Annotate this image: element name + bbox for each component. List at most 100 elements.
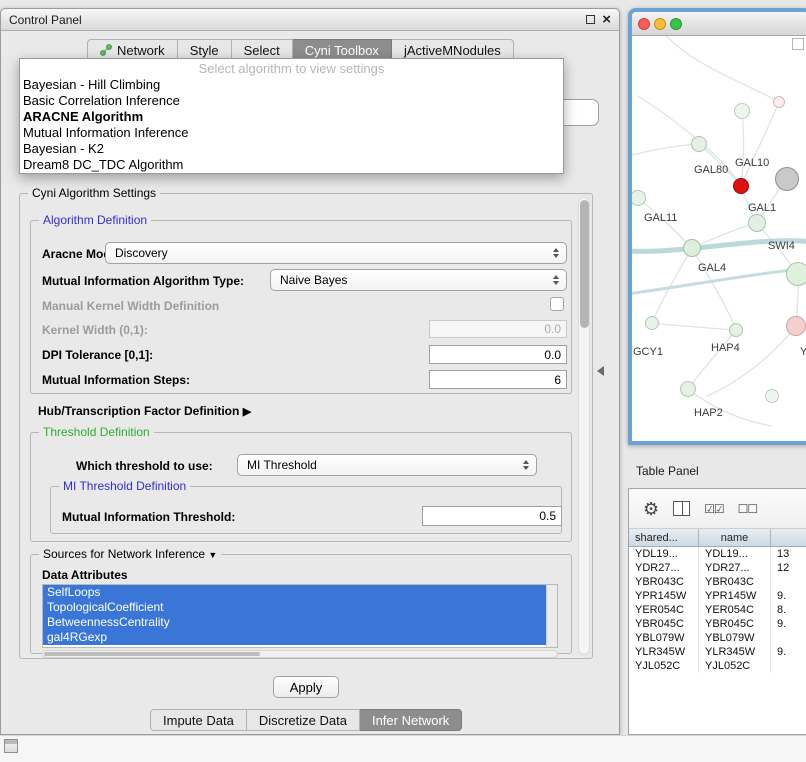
table-panel-title: Table Panel <box>636 464 699 478</box>
sources-section-header[interactable]: Sources for Network Inference ▼ <box>39 547 221 561</box>
network-node[interactable] <box>786 316 806 336</box>
list-hscrollbar[interactable] <box>42 650 558 658</box>
close-icon[interactable]: × <box>602 12 611 27</box>
bottom-tab-bar: Impute Data Discretize Data Infer Networ… <box>150 709 462 731</box>
table-row[interactable]: YBR043CYBR043C <box>629 575 806 589</box>
gear-icon[interactable]: ⚙ <box>643 500 659 518</box>
network-node[interactable] <box>683 239 701 257</box>
threshold-definition-title: Threshold Definition <box>39 425 154 439</box>
mi-type-label: Mutual Information Algorithm Type: <box>42 274 244 288</box>
column-header-extra[interactable] <box>771 529 806 546</box>
network-node[interactable] <box>691 136 707 152</box>
tab-impute-data[interactable]: Impute Data <box>150 709 247 731</box>
settings-scrollbar[interactable] <box>578 197 590 655</box>
algorithm-option[interactable]: Dream8 DC_TDC Algorithm <box>20 157 563 173</box>
panel-corner-icon[interactable] <box>4 739 18 753</box>
data-attribute-item[interactable]: BetweennessCentrality <box>43 615 546 630</box>
network-node[interactable] <box>765 389 779 403</box>
network-node[interactable] <box>786 262 806 286</box>
table-cell <box>771 659 806 673</box>
settings-scrollbar-thumb[interactable] <box>580 200 589 328</box>
birdseye-toggle[interactable] <box>792 38 804 50</box>
network-node[interactable] <box>680 381 696 397</box>
table-row[interactable]: YDL19...YDL19...13 <box>629 547 806 561</box>
network-node[interactable] <box>734 103 750 119</box>
minimize-traffic-light-icon[interactable] <box>654 18 666 30</box>
network-node[interactable] <box>773 96 785 108</box>
table-cell: 13 <box>771 547 806 561</box>
network-edge <box>707 326 796 396</box>
table-cell: YBR043C <box>629 575 699 589</box>
algorithm-option[interactable]: ARACNE Algorithm <box>20 109 563 125</box>
network-edge <box>652 323 736 330</box>
manual-kernel-label: Manual Kernel Width Definition <box>42 299 219 313</box>
table-cell: YBL079W <box>629 631 699 645</box>
table-cell: 12 <box>771 561 806 575</box>
zoom-traffic-light-icon[interactable] <box>670 18 682 30</box>
table-row[interactable]: YJL052CYJL052C <box>629 659 806 673</box>
list-hscrollbar-thumb[interactable] <box>44 652 260 656</box>
mi-type-select[interactable]: Naive Bayes <box>270 269 567 291</box>
tab-discretize-data[interactable]: Discretize Data <box>247 709 360 731</box>
table-row[interactable]: YLR345WYLR345W9. <box>629 645 806 659</box>
bottom-strip <box>0 735 806 762</box>
select-columns-icon[interactable]: ☑☑ <box>704 502 724 516</box>
algorithm-option[interactable]: Mutual Information Inference <box>20 125 563 141</box>
network-node[interactable] <box>729 323 743 337</box>
column-header-shared[interactable]: shared... <box>629 529 699 546</box>
network-view-window: GAL80GAL10GAL11GAL1SWI4GAL4GCY1HAP4YHAP2 <box>628 8 806 445</box>
control-panel-titlebar[interactable]: Control Panel × <box>1 9 619 31</box>
mi-threshold-group-title: MI Threshold Definition <box>59 479 190 493</box>
algorithm-definition-title: Algorithm Definition <box>39 213 151 227</box>
table-cell: YBR043C <box>699 575 771 589</box>
network-node-label: SWI4 <box>768 240 795 252</box>
mi-threshold-input[interactable] <box>422 506 562 526</box>
close-traffic-light-icon[interactable] <box>638 18 650 30</box>
tab-cyni-toolbox-label: Cyni Toolbox <box>305 43 379 58</box>
network-node[interactable] <box>645 316 659 330</box>
data-attribute-item[interactable]: gal4RGexp <box>43 630 546 645</box>
tab-impute-data-label: Impute Data <box>163 713 234 728</box>
which-threshold-select[interactable]: MI Threshold <box>237 454 537 476</box>
network-edge <box>692 248 736 330</box>
table-row[interactable]: YER054CYER054C8. <box>629 603 806 617</box>
data-attributes-list[interactable]: SelfLoopsTopologicalCoefficientBetweenne… <box>42 584 558 648</box>
panel-collapse-arrow[interactable] <box>597 366 604 376</box>
table-cell: YBR045C <box>629 617 699 631</box>
data-attribute-item[interactable]: SelfLoops <box>43 585 546 600</box>
table-row[interactable]: YPR145WYPR145W9. <box>629 589 806 603</box>
table-row[interactable]: YBL079WYBL079W <box>629 631 806 645</box>
algorithm-option[interactable]: Bayesian - K2 <box>20 141 563 157</box>
tab-jactivemnodules-label: jActiveMNodules <box>404 43 501 58</box>
network-canvas[interactable]: GAL80GAL10GAL11GAL1SWI4GAL4GCY1HAP4YHAP2 <box>632 36 806 441</box>
columns-icon[interactable] <box>673 501 690 516</box>
table-panel-window: ⚙ ☑☑ ☐☐ shared... name YDL19...YDL19...1… <box>628 488 806 735</box>
dpi-tolerance-input[interactable] <box>429 345 567 364</box>
network-node[interactable] <box>733 178 749 194</box>
kernel-width-input[interactable] <box>429 320 567 338</box>
apply-button[interactable]: Apply <box>273 676 339 698</box>
network-node[interactable] <box>748 214 766 232</box>
aracne-mode-select[interactable]: Discovery <box>105 242 567 264</box>
algorithm-option[interactable]: Basic Correlation Inference <box>20 93 563 109</box>
network-window-titlebar[interactable] <box>632 12 806 36</box>
tab-infer-network[interactable]: Infer Network <box>360 709 462 731</box>
float-window-icon[interactable] <box>586 15 595 24</box>
mi-steps-input[interactable] <box>429 370 567 389</box>
combo-arrows-icon <box>523 460 529 470</box>
list-scrollbar[interactable] <box>546 585 557 647</box>
combo-arrows-icon <box>553 248 559 258</box>
data-attribute-item[interactable]: TopologicalCoefficient <box>43 600 546 615</box>
network-edge <box>688 330 736 389</box>
manual-kernel-checkbox[interactable] <box>550 297 564 311</box>
hub-section-header[interactable]: Hub/Transcription Factor Definition ▶ <box>38 404 251 418</box>
network-node[interactable] <box>775 167 799 191</box>
table-row[interactable]: YBR045CYBR045C9. <box>629 617 806 631</box>
table-cell: YER054C <box>629 603 699 617</box>
column-header-name[interactable]: name <box>699 529 771 546</box>
table-cell: YPR145W <box>629 589 699 603</box>
table-row[interactable]: YDR27...YDR27...12 <box>629 561 806 575</box>
deselect-columns-icon[interactable]: ☐☐ <box>738 502 758 516</box>
algorithm-option[interactable]: Bayesian - Hill Climbing <box>20 77 563 93</box>
chevron-right-icon: ▶ <box>243 406 251 418</box>
